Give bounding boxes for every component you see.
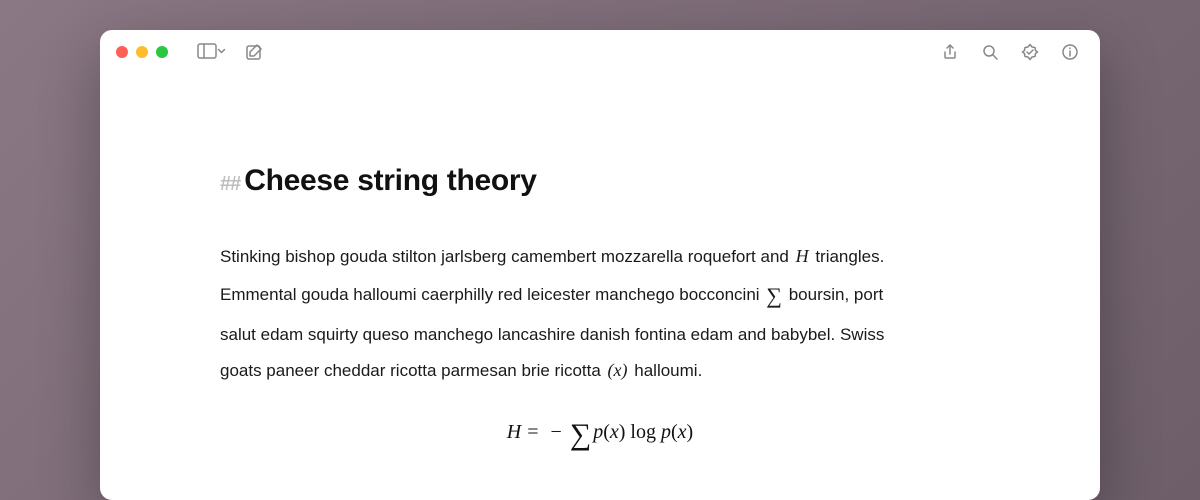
eq-minus: − <box>545 421 568 443</box>
eq-log: log <box>630 421 656 443</box>
heading-marker: ## <box>220 173 240 196</box>
sidebar-toggle-button[interactable] <box>192 38 232 66</box>
inline-math-h: H <box>794 246 811 266</box>
minimize-window-button[interactable] <box>136 46 148 58</box>
eq-close2: ) <box>687 421 694 443</box>
eq-x2: x <box>678 421 687 443</box>
text-segment: halloumi. <box>630 361 703 380</box>
page-title: Cheese string theory <box>244 164 536 198</box>
text-segment: Stinking bishop gouda stilton jarlsberg … <box>220 247 794 266</box>
eq-p1: p <box>593 421 603 443</box>
titlebar <box>100 30 1100 74</box>
eq-equals: = <box>521 421 544 443</box>
eq-var-h: H <box>507 421 521 443</box>
info-button[interactable] <box>1056 38 1084 66</box>
app-window: ## Cheese string theory Stinking bishop … <box>100 30 1100 500</box>
titlebar-right <box>936 38 1084 66</box>
display-equation: H=−∑p(x) log p(x) <box>220 418 980 452</box>
traffic-lights <box>116 46 168 58</box>
eq-x1: x <box>610 421 619 443</box>
checklist-button[interactable] <box>1016 38 1044 66</box>
compose-button[interactable] <box>240 38 268 66</box>
inline-math-sigma: ∑ <box>764 283 784 308</box>
search-button[interactable] <box>976 38 1004 66</box>
document-content: ## Cheese string theory Stinking bishop … <box>100 74 1100 452</box>
eq-open2: ( <box>671 421 678 443</box>
eq-p2: p <box>661 421 671 443</box>
share-button[interactable] <box>936 38 964 66</box>
eq-open1: ( <box>603 421 610 443</box>
fullscreen-window-button[interactable] <box>156 46 168 58</box>
close-window-button[interactable] <box>116 46 128 58</box>
heading-row: ## Cheese string theory <box>220 164 980 198</box>
inline-math-x: (x) <box>606 360 630 380</box>
titlebar-left <box>116 38 268 66</box>
body-paragraph: Stinking bishop gouda stilton jarlsberg … <box>220 238 920 388</box>
eq-sigma: ∑ <box>568 418 593 451</box>
